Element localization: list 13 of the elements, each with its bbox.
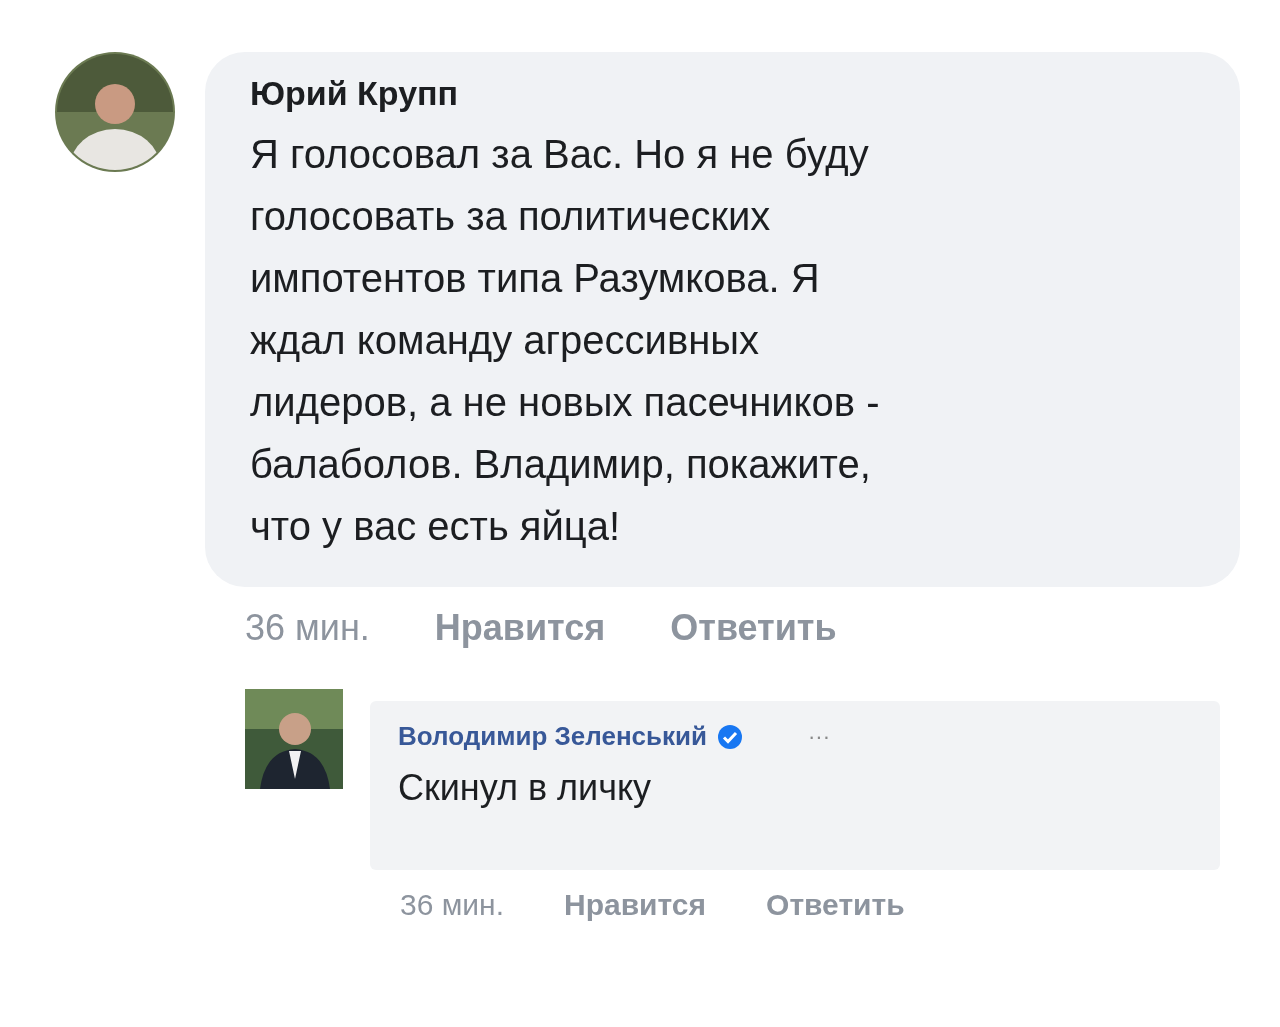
author-name[interactable]: Володимир Зеленський	[398, 721, 708, 752]
avatar[interactable]	[245, 689, 343, 789]
more-options[interactable]: ···	[808, 723, 831, 750]
like-link[interactable]: Нравится	[434, 607, 606, 649]
like-link[interactable]: Нравится	[564, 888, 707, 922]
timestamp: 36 мин.	[245, 607, 370, 649]
reply-link[interactable]: Ответить	[766, 888, 905, 922]
verified-badge-icon	[717, 723, 744, 750]
author-name[interactable]: Юрий Крупп	[250, 74, 459, 113]
comment-text: Я голосовал за Вас. Но я не буду голосовать за политических импотентов типа Разумкова. Я ждал команду агрессивных лидеров, а не новых пасечников - балаболов. Владимир, покажите, что у вас есть яйца!	[250, 131, 881, 550]
timestamp: 36 мин.	[400, 888, 504, 922]
comment-text: Скинул в личку	[398, 766, 653, 810]
reply-link[interactable]: Ответить	[670, 607, 837, 649]
